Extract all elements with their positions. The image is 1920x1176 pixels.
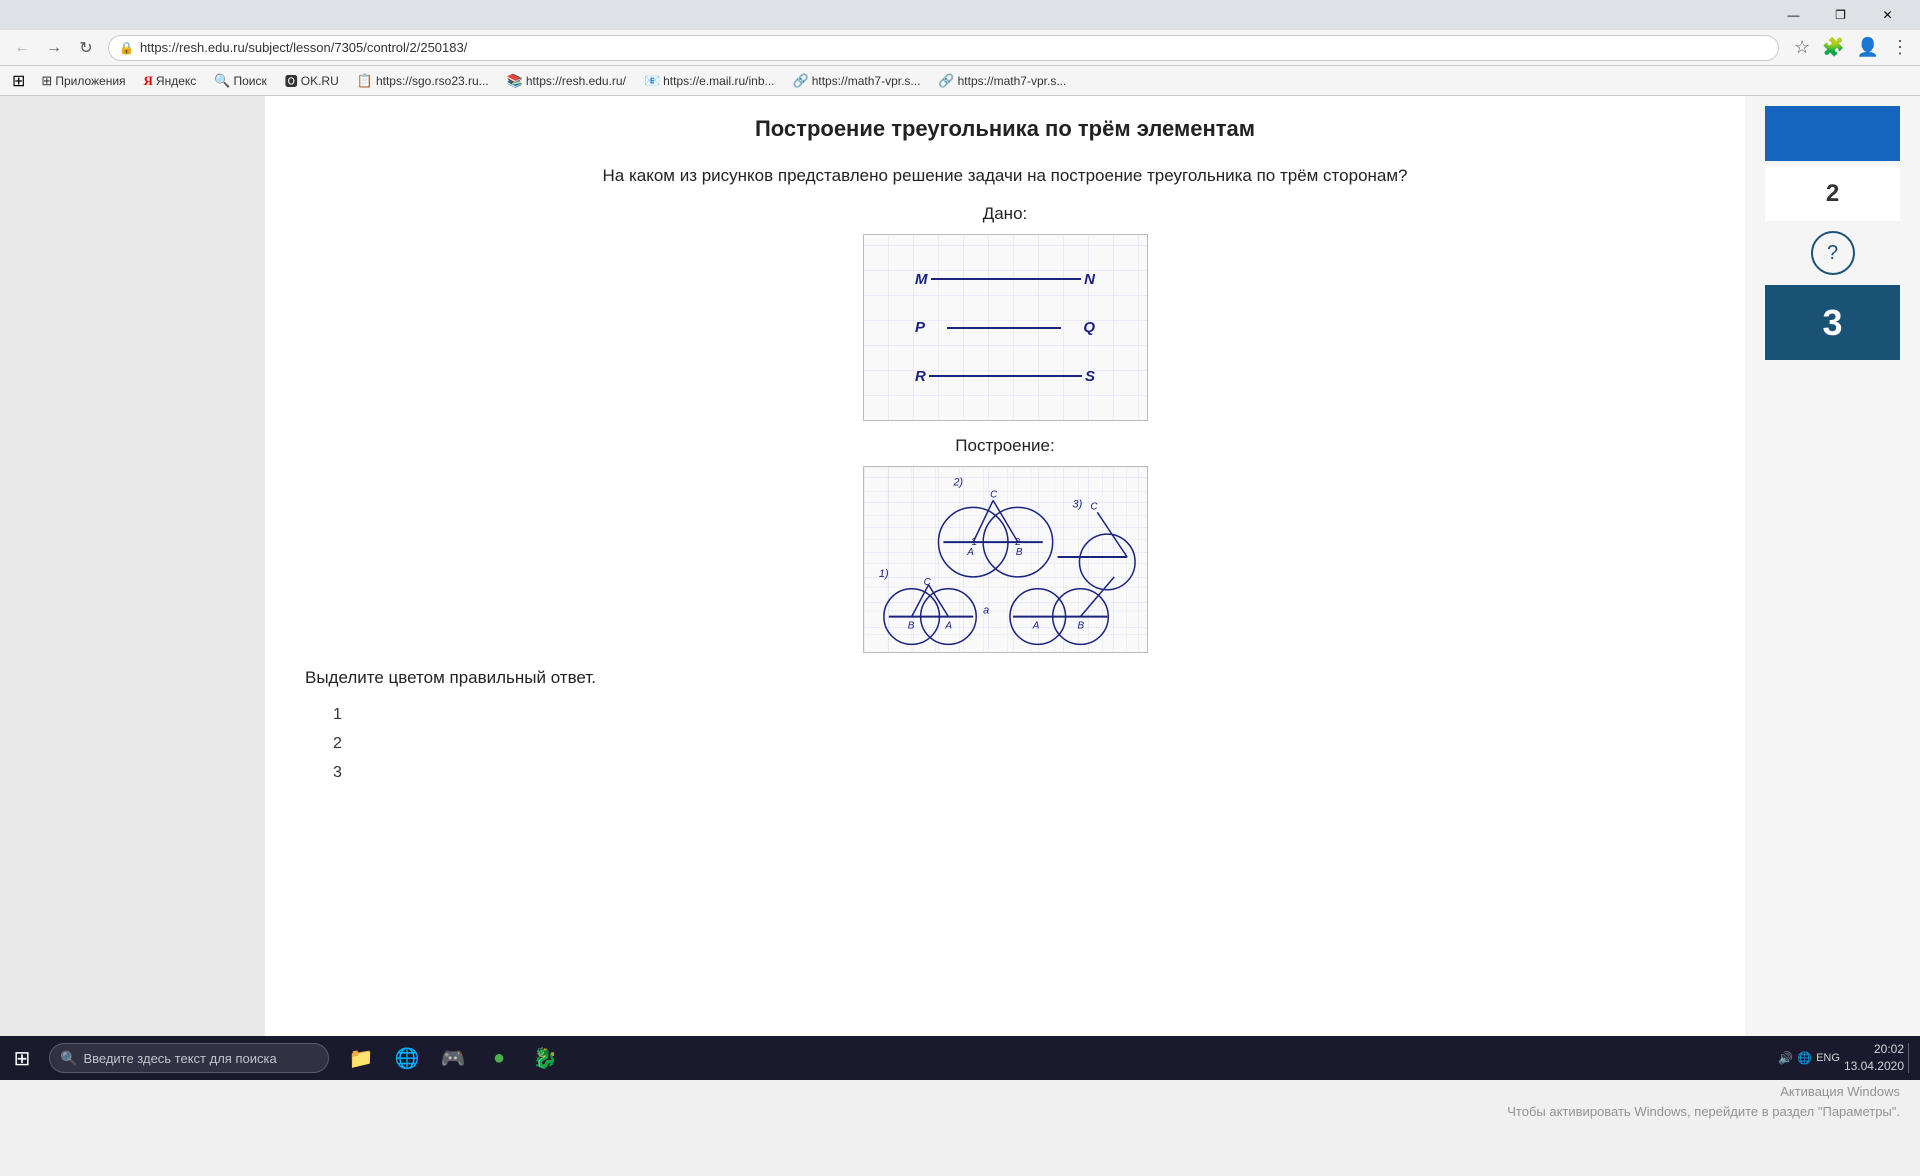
- construction-svg: 2) 1 2 A B C: [864, 467, 1147, 652]
- menu-icon[interactable]: ⋮: [1888, 34, 1912, 61]
- taskbar-right: 🔊 🌐 ENG 20:02 13.04.2020: [1778, 1041, 1920, 1075]
- segment-RS: R S: [915, 368, 1095, 385]
- dado-diagram-grid: M N P Q R S: [864, 235, 1147, 420]
- url-text: https://resh.edu.ru/subject/lesson/7305/…: [140, 40, 467, 55]
- volume-icon[interactable]: 🔊: [1778, 1051, 1793, 1065]
- bookmark-sgo[interactable]: 📋 https://sgo.rso23.ru...: [351, 71, 495, 91]
- close-button[interactable]: ✕: [1865, 0, 1910, 30]
- bookmark-search[interactable]: 🔍 Поиск: [208, 71, 272, 91]
- construction-diagram-grid: 2) 1 2 A B C: [864, 467, 1147, 652]
- svg-text:a: a: [983, 605, 989, 617]
- forward-button[interactable]: →: [40, 34, 68, 62]
- taskbar-chrome[interactable]: ●: [477, 1036, 521, 1080]
- window-controls: — ❐ ✕: [1771, 0, 1910, 30]
- main-content: Построение треугольника по трём элемента…: [265, 96, 1745, 1036]
- taskbar-time[interactable]: 20:02 13.04.2020: [1844, 1041, 1904, 1075]
- bookmark-star-icon[interactable]: ☆: [1791, 34, 1813, 61]
- extensions-icon[interactable]: 🧩: [1819, 34, 1847, 61]
- svg-text:B: B: [1015, 547, 1022, 558]
- page-title: Построение треугольника по трём элемента…: [305, 116, 1705, 142]
- svg-text:1): 1): [878, 568, 888, 580]
- svg-text:A: A: [1031, 621, 1039, 632]
- bookmark-okru[interactable]: 🅾 OK.RU: [279, 69, 345, 92]
- svg-text:A: A: [966, 547, 974, 558]
- start-button[interactable]: ⊞: [0, 1036, 44, 1080]
- question-nav-button-top[interactable]: [1765, 106, 1900, 161]
- windows-activation: Активация Windows Чтобы активировать Win…: [1507, 1082, 1900, 1121]
- lock-icon: 🔒: [119, 41, 134, 55]
- nav-right-icons: ☆ 🧩 👤 ⋮: [1791, 34, 1912, 61]
- address-bar[interactable]: 🔒 https://resh.edu.ru/subject/lesson/730…: [108, 35, 1779, 61]
- taskbar-search[interactable]: 🔍 Введите здесь текст для поиска: [49, 1043, 329, 1073]
- bookmark-resh[interactable]: 📚 https://resh.edu.ru/: [501, 71, 632, 91]
- answer-option-1[interactable]: 1: [325, 703, 1705, 727]
- svg-text:B: B: [1077, 621, 1084, 632]
- help-button[interactable]: ?: [1811, 231, 1855, 275]
- title-bar: — ❐ ✕: [0, 0, 1920, 30]
- bookmarks-bar: ⊞ ⊞ Приложения Я Яндекс 🔍 Поиск 🅾 OK.RU …: [0, 66, 1920, 96]
- construction-diagram: 2) 1 2 A B C: [863, 466, 1148, 653]
- bookmark-math1[interactable]: 🔗 https://math7-vpr.s...: [787, 71, 927, 91]
- answer-option-3[interactable]: 3: [325, 761, 1705, 785]
- taskbar-edge[interactable]: 🌐: [385, 1036, 429, 1080]
- keyboard-icon: ENG: [1816, 1052, 1840, 1064]
- maximize-button[interactable]: ❐: [1818, 0, 1863, 30]
- apps-grid-icon[interactable]: ⊞: [8, 69, 29, 93]
- bookmark-mail[interactable]: 📧 https://e.mail.ru/inb...: [638, 71, 781, 91]
- show-desktop-icon[interactable]: [1908, 1043, 1912, 1073]
- segment-MN: M N: [915, 271, 1095, 288]
- minimize-button[interactable]: —: [1771, 0, 1816, 30]
- left-sidebar: [0, 96, 265, 1036]
- answer-options: 1 2 3: [325, 703, 1705, 785]
- taskbar-fileexplorer[interactable]: 📁: [339, 1036, 383, 1080]
- nav-bar: ← → ↻ 🔒 https://resh.edu.ru/subject/less…: [0, 30, 1920, 66]
- profile-icon[interactable]: 👤: [1854, 34, 1882, 61]
- svg-text:B: B: [907, 621, 914, 632]
- svg-text:A: A: [944, 621, 952, 632]
- segment-PQ: P Q: [915, 319, 1095, 336]
- back-button[interactable]: ←: [8, 34, 36, 62]
- question-number-badge: 2: [1765, 166, 1900, 221]
- taskbar-apps: 📁 🌐 🎮 ● 🐉: [339, 1036, 567, 1080]
- question-text: На каком из рисунков представлено решени…: [305, 162, 1705, 189]
- page-wrapper: Построение треугольника по трём элемента…: [0, 96, 1920, 1036]
- construction-label: Построение:: [305, 436, 1705, 456]
- taskbar-app4[interactable]: 🐉: [523, 1036, 567, 1080]
- taskbar-steam[interactable]: 🎮: [431, 1036, 475, 1080]
- given-diagram: M N P Q R S: [863, 234, 1148, 421]
- right-sidebar: 2 ? 3: [1745, 96, 1920, 1036]
- given-label: Дано:: [305, 204, 1705, 224]
- refresh-button[interactable]: ↻: [72, 34, 100, 62]
- svg-text:2): 2): [952, 477, 963, 489]
- select-answer-text: Выделите цветом правильный ответ.: [305, 668, 1705, 688]
- active-question-badge[interactable]: 3: [1765, 285, 1900, 360]
- svg-text:3): 3): [1072, 499, 1082, 511]
- svg-text:C: C: [990, 490, 998, 501]
- bookmark-yandex[interactable]: Я Яндекс: [138, 71, 203, 91]
- answer-option-2[interactable]: 2: [325, 732, 1705, 756]
- bookmark-prilojeniya[interactable]: ⊞ Приложения: [35, 71, 131, 91]
- svg-text:C: C: [1090, 502, 1098, 513]
- bookmark-math2[interactable]: 🔗 https://math7-vpr.s...: [932, 71, 1072, 91]
- taskbar: ⊞ 🔍 Введите здесь текст для поиска 📁 🌐 🎮…: [0, 1036, 1920, 1080]
- network-icon[interactable]: 🌐: [1797, 1051, 1812, 1065]
- browser-chrome: — ❐ ✕ ← → ↻ 🔒 https://resh.edu.ru/subjec…: [0, 0, 1920, 96]
